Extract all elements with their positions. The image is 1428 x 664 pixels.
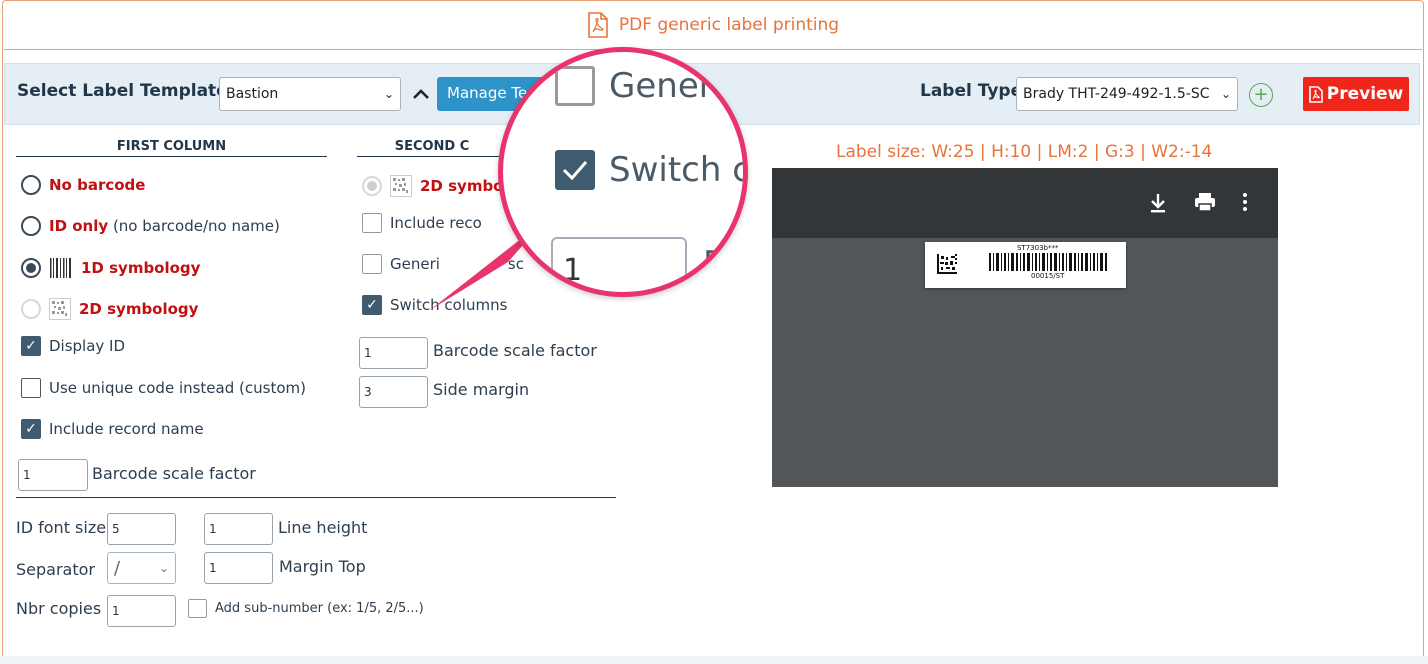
check-label: Include record name bbox=[49, 420, 204, 438]
chevron-down-icon: ⌄ bbox=[1220, 87, 1231, 101]
qr-code-icon bbox=[390, 175, 412, 197]
print-icon[interactable] bbox=[1194, 192, 1216, 212]
mag-input: 1 bbox=[551, 237, 687, 292]
page-title-bar: PDF generic label printing bbox=[4, 0, 1422, 50]
checkbox[interactable] bbox=[21, 378, 41, 398]
margin-top-input[interactable]: 1 bbox=[204, 552, 273, 584]
radio-button-selected[interactable] bbox=[21, 258, 41, 278]
font-size-input[interactable]: 5 bbox=[107, 513, 176, 545]
radio-button[interactable] bbox=[21, 175, 41, 195]
font-size-label: ID font size bbox=[16, 518, 107, 537]
barcode-graphic bbox=[989, 253, 1107, 271]
check-sub-number[interactable]: Add sub-number (ex: 1/5, 2/5...) bbox=[188, 599, 424, 618]
divider bbox=[16, 497, 616, 498]
margin-top-label: Margin Top bbox=[279, 557, 366, 576]
second-option-2d[interactable]: 2D symbol bbox=[362, 175, 509, 197]
option-note: (no barcode/no name) bbox=[112, 217, 280, 235]
qr-code-icon bbox=[49, 298, 71, 320]
mag-generic-label: Generi bbox=[609, 66, 723, 106]
magnifier-callout: Generi Switch co 1 B bbox=[498, 47, 748, 297]
copies-label: Nbr copies bbox=[16, 599, 102, 618]
mag-switch-row: Switch co bbox=[555, 150, 743, 190]
label-size-text: Label size: W:25 | H:10 | LM:2 | G:3 | W… bbox=[836, 142, 1213, 162]
radio-button-disabled[interactable] bbox=[362, 176, 382, 196]
mag-letter: B bbox=[703, 244, 727, 284]
pdf-viewer-toolbar bbox=[772, 168, 1278, 238]
template-select[interactable]: Bastion ⌄ bbox=[219, 77, 401, 111]
page-title: PDF generic label printing bbox=[618, 14, 840, 35]
check-label: Add sub-number (ex: 1/5, 2/5...) bbox=[215, 601, 424, 616]
template-label: Select Label Template bbox=[17, 81, 228, 101]
bottom-strip bbox=[0, 656, 1428, 664]
label-preview: ST7303b*** 00015/ST bbox=[925, 242, 1126, 288]
first-scale-input[interactable]: 1 bbox=[18, 459, 88, 491]
first-column-heading: FIRST COLUMN bbox=[16, 139, 327, 157]
option-no-barcode[interactable]: No barcode bbox=[21, 175, 145, 195]
check-label: Display ID bbox=[49, 337, 126, 355]
download-icon[interactable] bbox=[1148, 192, 1168, 214]
pdf-file-icon bbox=[588, 11, 608, 38]
pdf-viewer[interactable]: ST7303b*** 00015/ST bbox=[772, 168, 1278, 487]
option-label: No barcode bbox=[49, 176, 146, 194]
preview-label: Preview bbox=[1326, 84, 1404, 104]
radio-button[interactable] bbox=[21, 299, 41, 319]
datamatrix-icon bbox=[937, 254, 957, 274]
option-label: 1D symbology bbox=[81, 259, 201, 277]
line-height-input[interactable]: 1 bbox=[204, 513, 273, 545]
option-1d-symbology[interactable]: 1D symbology bbox=[21, 257, 200, 279]
radio-button[interactable] bbox=[21, 216, 41, 236]
option-label: 2D symbol bbox=[420, 177, 509, 195]
chevron-down-icon: ⌄ bbox=[158, 561, 169, 575]
first-scale-label: Barcode scale factor bbox=[92, 464, 256, 483]
option-2d-symbology[interactable]: 2D symbology bbox=[21, 298, 198, 320]
check-unique-code[interactable]: Use unique code instead (custom) bbox=[21, 378, 306, 398]
second-column-heading: SECOND C bbox=[357, 139, 507, 157]
side-margin-input[interactable]: 3 bbox=[359, 376, 428, 408]
separator-value: / bbox=[114, 557, 121, 579]
mag-switch-label: Switch co bbox=[609, 150, 743, 190]
add-label-type-icon[interactable]: + bbox=[1249, 83, 1273, 107]
option-label: 2D symbology bbox=[79, 300, 199, 318]
check-label: Use unique code instead (custom) bbox=[49, 379, 306, 397]
option-label: ID only bbox=[49, 217, 109, 235]
checkbox-checked bbox=[555, 150, 595, 190]
pdf-icon bbox=[1308, 85, 1323, 103]
copies-input[interactable]: 1 bbox=[107, 595, 176, 627]
checkbox-checked[interactable]: ✓ bbox=[21, 419, 41, 439]
chevron-down-icon: ⌄ bbox=[383, 87, 394, 101]
line-height-label: Line height bbox=[278, 518, 368, 537]
option-id-only[interactable]: ID only (no barcode/no name) bbox=[21, 216, 280, 236]
separator-select[interactable]: / ⌄ bbox=[107, 552, 176, 584]
more-options-icon[interactable] bbox=[1242, 192, 1248, 212]
mag-generic-row: Generi bbox=[555, 66, 722, 106]
check-include-name[interactable]: ✓ Include record name bbox=[21, 419, 204, 439]
label-bottom-text: 00015/ST bbox=[1031, 272, 1065, 280]
separator-label: Separator bbox=[16, 560, 95, 579]
preview-button[interactable]: Preview bbox=[1303, 77, 1409, 111]
side-margin-label: Side margin bbox=[433, 380, 530, 399]
template-select-value: Bastion bbox=[226, 86, 279, 102]
checkbox[interactable] bbox=[188, 599, 207, 618]
label-top-text: ST7303b*** bbox=[1017, 244, 1059, 252]
checkbox bbox=[555, 66, 595, 106]
checkbox-checked[interactable]: ✓ bbox=[21, 336, 41, 356]
label-type-value: Brady THT-249-492-1.5-SC bbox=[1023, 86, 1210, 102]
barcode-icon bbox=[50, 258, 71, 278]
check-display-id[interactable]: ✓ Display ID bbox=[21, 336, 125, 356]
label-type-select[interactable]: Brady THT-249-492-1.5-SC ⌄ bbox=[1016, 77, 1238, 111]
collapse-caret-icon[interactable] bbox=[409, 82, 433, 106]
label-type-label: Label Type bbox=[920, 81, 1023, 101]
